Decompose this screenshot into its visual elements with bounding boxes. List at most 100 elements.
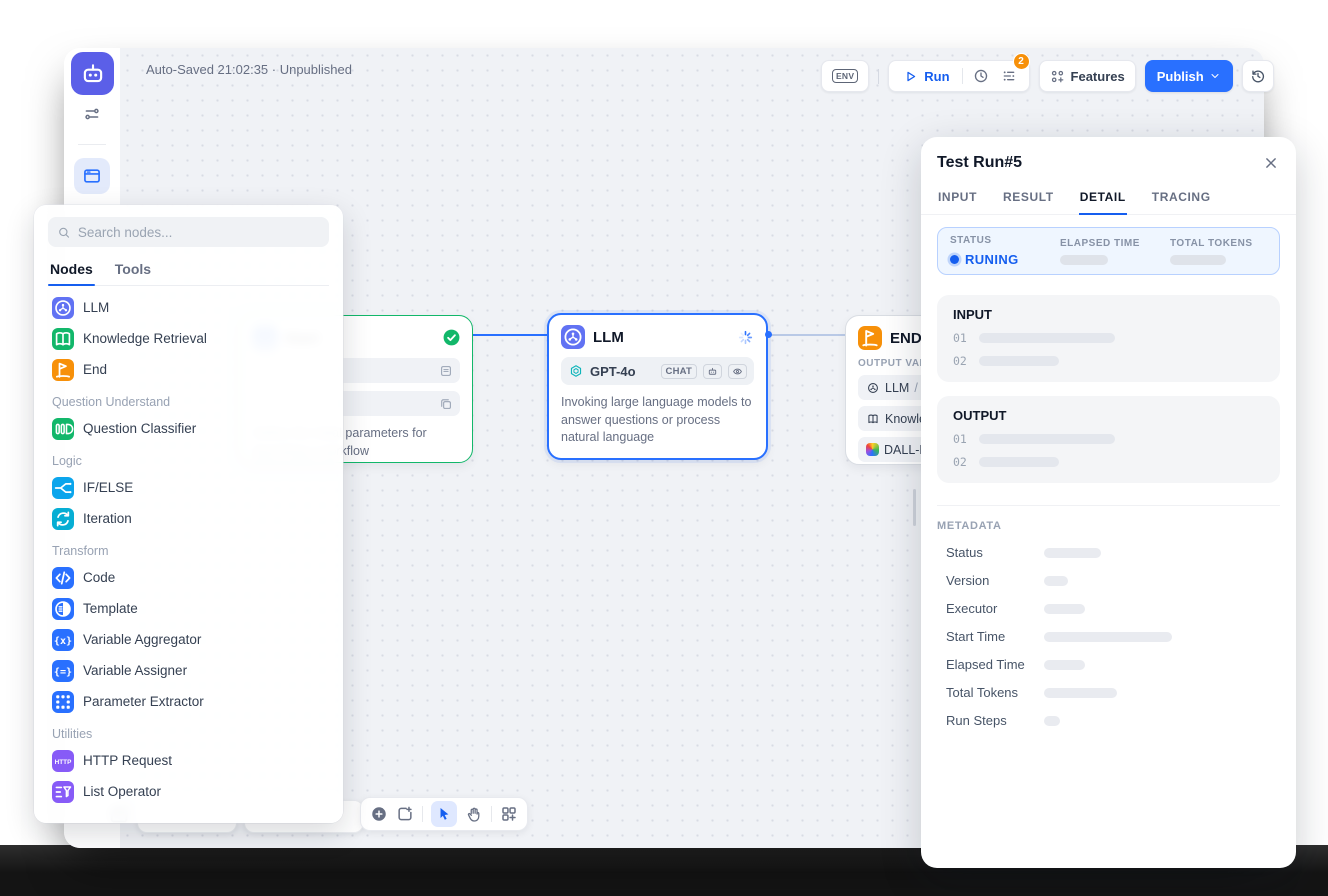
svg-text:{=}: {=} xyxy=(54,666,72,677)
group-title: Logic xyxy=(48,454,329,468)
output-label: OUTPUT xyxy=(953,408,1264,423)
http-icon: HTTP xyxy=(52,750,74,772)
model-selector[interactable]: GPT-4o CHAT xyxy=(561,357,754,385)
loop-icon xyxy=(52,508,74,530)
meta-key: Run Steps xyxy=(937,713,1044,728)
node-item-end[interactable]: End xyxy=(48,354,329,385)
skeleton-bar xyxy=(979,356,1059,366)
node-search[interactable] xyxy=(48,217,329,247)
node-item-label: Parameter Extractor xyxy=(83,694,204,709)
notification-badge: 2 xyxy=(1013,53,1030,70)
success-check-icon xyxy=(442,328,461,347)
sliders-icon[interactable] xyxy=(83,105,101,123)
add-node-button[interactable] xyxy=(370,805,388,823)
version-history-button[interactable] xyxy=(1242,60,1274,92)
publish-button[interactable]: Publish xyxy=(1145,60,1233,92)
sidebar-item-workflow[interactable] xyxy=(74,158,110,194)
run-button[interactable]: Run xyxy=(895,69,957,84)
flag-icon xyxy=(858,326,882,350)
node-item-variable-aggregator[interactable]: {x} Variable Aggregator xyxy=(48,624,329,655)
meta-key: Executor xyxy=(937,601,1044,616)
input-label: INPUT xyxy=(953,307,1264,322)
llm-node-title: LLM xyxy=(593,329,624,346)
run-status-card: STATUS RUNING ELAPSED TIME TOTAL TOKENS xyxy=(937,227,1280,275)
edge-start-to-llm xyxy=(472,334,547,336)
tab-input[interactable]: INPUT xyxy=(937,184,978,214)
robot-icon xyxy=(80,61,106,87)
env-button[interactable]: ENV xyxy=(821,60,869,92)
paragraph-copy-icon xyxy=(439,397,453,411)
pointer-mode-button[interactable] xyxy=(431,801,457,827)
run-history-button[interactable] xyxy=(967,63,995,89)
toolbar-separator xyxy=(422,806,423,822)
autosave-status: Auto-Saved 21:02:35 · Unpublished xyxy=(146,62,352,77)
node-item-http-request[interactable]: HTTP HTTP Request xyxy=(48,745,329,776)
close-icon[interactable] xyxy=(1262,154,1280,172)
output-card: OUTPUT 01 02 xyxy=(937,396,1280,483)
skeleton-bar xyxy=(1044,716,1060,726)
node-item-iteration[interactable]: Iteration xyxy=(48,503,329,534)
skeleton-bar xyxy=(979,457,1059,467)
node-item-variable-assigner[interactable]: {=} Variable Assigner xyxy=(48,655,329,686)
dalle-icon xyxy=(866,443,879,456)
hand-mode-button[interactable] xyxy=(465,805,483,823)
separator: / xyxy=(914,381,917,395)
line-number: 02 xyxy=(953,455,967,469)
node-item-llm[interactable]: LLM xyxy=(48,292,329,323)
svg-text:{x}: {x} xyxy=(54,635,72,646)
clock-play-icon xyxy=(973,68,989,84)
flag-icon xyxy=(52,359,74,381)
line-number: 02 xyxy=(953,354,967,368)
node-item-parameter-extractor[interactable]: Parameter Extractor xyxy=(48,686,329,717)
openai-icon xyxy=(568,363,584,379)
canvas-scrollbar[interactable] xyxy=(913,489,916,526)
node-item-if-else[interactable]: IF/ELSE xyxy=(48,472,329,503)
features-label: Features xyxy=(1071,69,1125,84)
features-button[interactable]: Features xyxy=(1039,60,1136,92)
group-separator xyxy=(962,68,963,84)
model-name: GPT-4o xyxy=(590,364,636,379)
canvas-toolbar xyxy=(360,797,528,831)
tab-tracing[interactable]: TRACING xyxy=(1151,184,1212,214)
chat-mode-badge: CHAT xyxy=(661,364,697,379)
app-logo-button[interactable] xyxy=(71,52,114,95)
topbar-controls: ENV Run 2 Features Publish xyxy=(821,60,1274,92)
llm-source-icon xyxy=(866,381,880,395)
llm-icon xyxy=(52,297,74,319)
tab-detail[interactable]: DETAIL xyxy=(1079,184,1127,214)
node-item-code[interactable]: Code xyxy=(48,562,329,593)
llm-node-output-handle[interactable] xyxy=(765,331,772,338)
meta-key: Status xyxy=(937,545,1044,560)
status-value: RUNING xyxy=(965,252,1019,267)
panel-title: Test Run#5 xyxy=(937,154,1022,172)
edge-llm-to-end xyxy=(768,334,845,336)
test-run-panel: Test Run#5 INPUT RESULT DETAIL TRACING S… xyxy=(921,137,1296,868)
search-input[interactable] xyxy=(78,225,320,240)
chevron-down-icon xyxy=(1209,70,1221,82)
node-item-list-operator[interactable]: List Operator xyxy=(48,776,329,807)
organize-layout-button[interactable] xyxy=(500,805,518,823)
node-item-knowledge-retrieval[interactable]: Knowledge Retrieval xyxy=(48,323,329,354)
node-item-label: Iteration xyxy=(83,511,132,526)
tab-tools[interactable]: Tools xyxy=(113,255,153,285)
node-picker-panel: Nodes Tools LLM Knowledge Retrieval End … xyxy=(34,205,343,823)
tab-nodes[interactable]: Nodes xyxy=(48,255,95,285)
node-item-label: End xyxy=(83,362,107,377)
metadata-label: METADATA xyxy=(937,520,1280,532)
node-item-label: Variable Assigner xyxy=(83,663,187,678)
search-icon xyxy=(57,225,71,240)
node-item-label: Template xyxy=(83,601,138,616)
checklist-button[interactable]: 2 xyxy=(995,63,1023,89)
skeleton-bar xyxy=(1044,688,1117,698)
agent-badge xyxy=(703,364,722,379)
tab-result[interactable]: RESULT xyxy=(1002,184,1055,214)
run-panel-tabs: INPUT RESULT DETAIL TRACING xyxy=(921,184,1296,215)
node-item-template[interactable]: Template xyxy=(48,593,329,624)
checklist-icon xyxy=(1001,68,1017,84)
add-note-button[interactable] xyxy=(396,805,414,823)
book-source-icon xyxy=(866,412,880,426)
llm-node[interactable]: LLM GPT-4o CHAT Invoking large language … xyxy=(547,313,768,460)
node-item-question-classifier[interactable]: Question Classifier xyxy=(48,413,329,444)
meta-key: Total Tokens xyxy=(937,685,1044,700)
status-label: STATUS xyxy=(950,235,1060,246)
